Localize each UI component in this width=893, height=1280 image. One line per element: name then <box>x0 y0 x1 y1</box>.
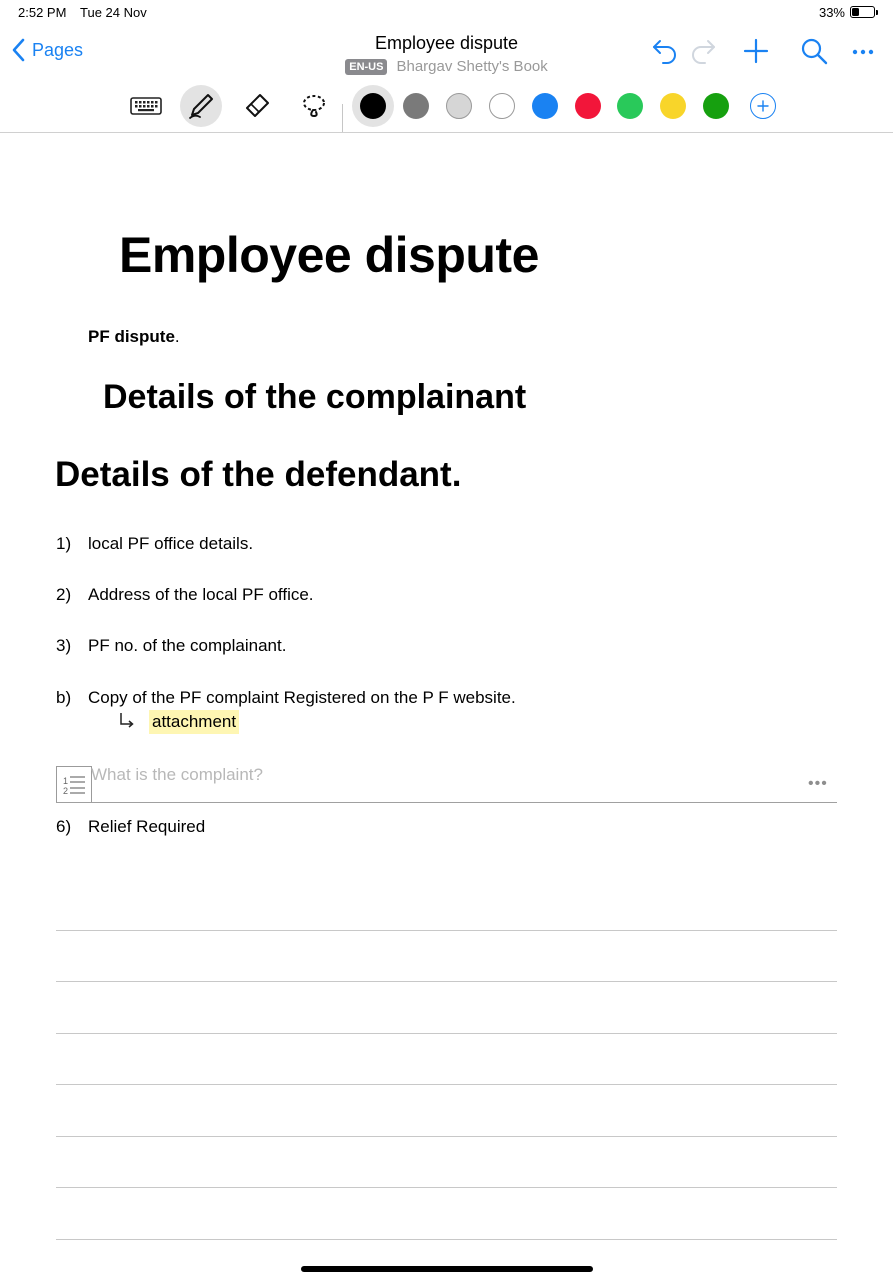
toolbar-separator <box>342 104 343 132</box>
numbered-list-button[interactable]: 12 <box>56 766 92 803</box>
color-swatch[interactable] <box>524 85 566 127</box>
ruled-line <box>56 930 837 931</box>
pen-icon[interactable] <box>180 85 222 127</box>
battery-icon <box>850 6 878 18</box>
list-item-number: b) <box>56 688 72 707</box>
subject-bold: PF dispute <box>88 327 175 346</box>
color-swatch[interactable] <box>695 85 737 127</box>
complaint-input-placeholder[interactable]: What is the complaint? <box>91 765 263 785</box>
svg-text:2: 2 <box>63 786 68 796</box>
color-swatch-dot <box>660 93 686 119</box>
language-badge: EN-US <box>345 58 388 75</box>
ruled-line <box>56 1084 837 1085</box>
ruled-line <box>56 1239 837 1240</box>
list-item-text[interactable]: Copy of the PF complaint Registered on t… <box>88 688 516 708</box>
color-swatch[interactable] <box>567 85 609 127</box>
color-swatch[interactable] <box>609 85 651 127</box>
search-icon[interactable] <box>799 36 829 66</box>
eraser-icon[interactable] <box>236 85 278 127</box>
svg-text:1: 1 <box>63 776 68 786</box>
status-date: Tue 24 Nov <box>80 5 147 20</box>
color-swatch-dot <box>489 93 515 119</box>
sub-item-arrow-icon <box>118 711 136 736</box>
color-swatch[interactable] <box>481 85 523 127</box>
color-swatch-dot <box>617 93 643 119</box>
color-swatch-dot <box>532 93 558 119</box>
attachment-link[interactable]: attachment <box>149 710 240 734</box>
complainant-heading[interactable]: Details of the complainant <box>103 378 526 417</box>
color-swatch-dot <box>360 93 386 119</box>
list-item-text[interactable]: local PF office details. <box>88 534 253 554</box>
color-swatch-dot <box>703 93 729 119</box>
battery-percentage: 33% <box>818 5 845 20</box>
color-swatch[interactable] <box>352 85 394 127</box>
list-item-text[interactable]: PF no. of the complainant. <box>88 636 286 656</box>
color-swatch[interactable] <box>438 85 480 127</box>
color-swatch-dot <box>575 93 601 119</box>
ruled-line <box>56 1136 837 1137</box>
list-item-text[interactable]: Address of the local PF office. <box>88 585 314 605</box>
list-item-number: 1) <box>56 534 72 553</box>
add-color-button[interactable] <box>750 93 776 119</box>
add-icon[interactable] <box>741 36 771 66</box>
ruled-line <box>56 981 837 982</box>
lasso-icon[interactable] <box>293 85 335 127</box>
block-options-icon[interactable]: ••• <box>808 775 828 793</box>
subject-line[interactable]: PF dispute. <box>88 327 180 347</box>
list-item-number: 6) <box>56 817 72 836</box>
home-indicator[interactable] <box>301 1266 593 1272</box>
undo-icon[interactable] <box>650 36 680 66</box>
status-time: 2:52 PM <box>18 5 67 20</box>
keyboard-icon[interactable] <box>125 85 167 127</box>
block-divider <box>56 802 837 803</box>
book-name: Bhargav Shetty's Book <box>396 58 548 75</box>
numbered-list-icon: 12 <box>63 776 85 796</box>
redo-icon[interactable] <box>688 36 718 66</box>
document-heading[interactable]: Employee dispute <box>119 226 539 284</box>
ruled-line <box>56 1033 837 1034</box>
list-item-number: 3) <box>56 636 72 655</box>
plus-icon <box>757 100 769 112</box>
subject-period: . <box>174 327 180 346</box>
battery-level <box>852 8 859 16</box>
relief-item-text[interactable]: Relief Required <box>88 817 205 837</box>
defendant-heading[interactable]: Details of the defendant. <box>55 455 461 495</box>
color-swatch[interactable] <box>652 85 694 127</box>
toolbar-divider <box>0 132 893 133</box>
color-swatch[interactable] <box>395 85 437 127</box>
more-icon[interactable] <box>849 36 879 66</box>
color-swatch-dot <box>403 93 429 119</box>
color-swatch-dot <box>446 93 472 119</box>
list-item-number: 2) <box>56 585 72 604</box>
ruled-line <box>56 1187 837 1188</box>
